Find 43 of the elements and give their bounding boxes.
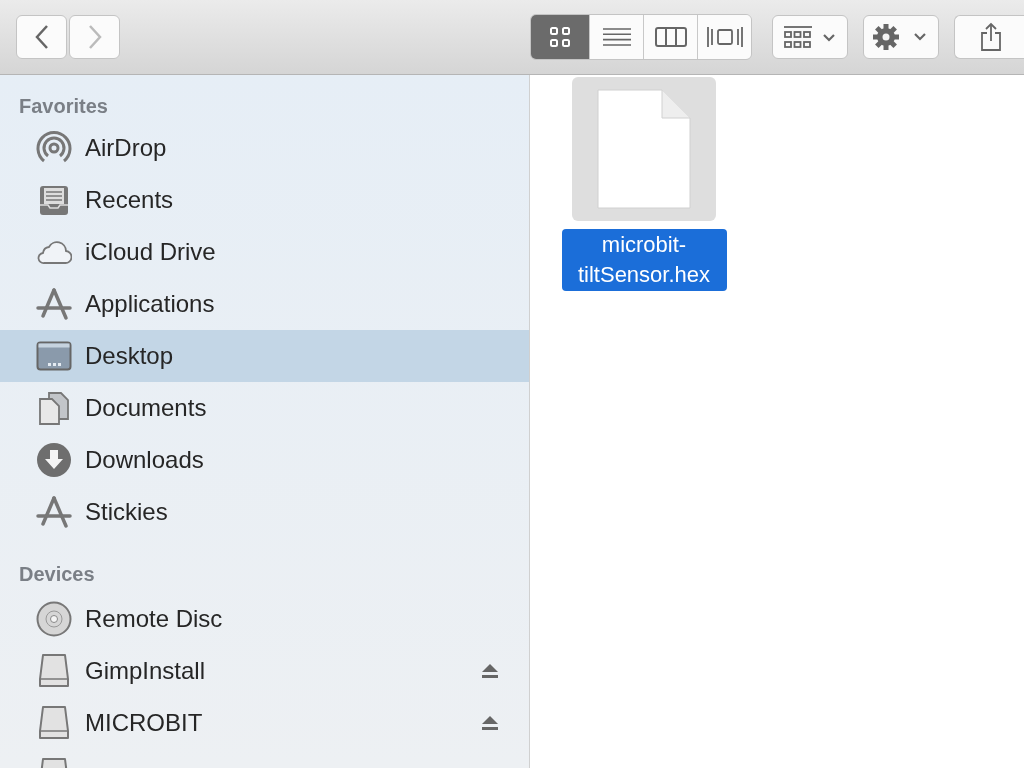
drive-icon: [37, 653, 71, 689]
columns-icon: [654, 26, 687, 48]
arrange-icon: [783, 25, 837, 49]
sidebar-item[interactable]: Recents: [0, 174, 529, 226]
share-icon: [979, 22, 1003, 52]
section-heading: Favorites: [18, 94, 109, 119]
sidebar-item[interactable]: Desktop: [0, 330, 529, 382]
eject-icon[interactable]: [481, 663, 499, 679]
file-thumbnail[interactable]: [572, 77, 716, 221]
disc-icon: [36, 601, 72, 637]
sidebar-item[interactable]: Remote Disc: [0, 593, 529, 645]
airdrop-icon: [36, 131, 72, 165]
sidebar-item[interactable]: Applications: [0, 278, 529, 330]
list-view-button[interactable]: [589, 15, 643, 59]
sidebar-item[interactable]: Stickies: [0, 486, 529, 538]
grid-icon: [549, 26, 571, 48]
list-icon: [601, 27, 632, 47]
gallery-view-button[interactable]: [697, 15, 751, 59]
cloud-icon: [36, 239, 72, 265]
back-button[interactable]: [16, 15, 67, 59]
sidebar-item[interactable]: iCloud Drive: [0, 226, 529, 278]
action-button[interactable]: [863, 15, 939, 59]
download-icon: [36, 442, 72, 478]
pencil-ruler-icon: [36, 495, 72, 529]
section-heading: Devices: [18, 562, 96, 587]
desktop-icon: [36, 341, 72, 371]
share-button[interactable]: [954, 15, 1024, 59]
tray-icon: [37, 183, 71, 217]
drive-icon: [37, 705, 71, 741]
column-view-button[interactable]: [643, 15, 697, 59]
icon-view-button[interactable]: [531, 15, 589, 59]
sidebar-item[interactable]: AirDrop: [0, 122, 529, 174]
pencil-ruler-icon: [36, 287, 72, 321]
documents-icon: [37, 391, 71, 425]
arrange-button[interactable]: [772, 15, 848, 59]
sidebar-item[interactable]: Documents: [0, 382, 529, 434]
document-icon: [596, 88, 692, 210]
sidebar-item[interactable]: MICROBIT: [0, 697, 529, 749]
sidebar-item[interactable]: Downloads: [0, 434, 529, 486]
file-name[interactable]: microbit-tiltSensor.hex: [561, 229, 727, 291]
eject-icon[interactable]: [481, 715, 499, 731]
sidebar-item[interactable]: GimpInstall: [0, 645, 529, 697]
gallery-icon: [705, 25, 744, 49]
